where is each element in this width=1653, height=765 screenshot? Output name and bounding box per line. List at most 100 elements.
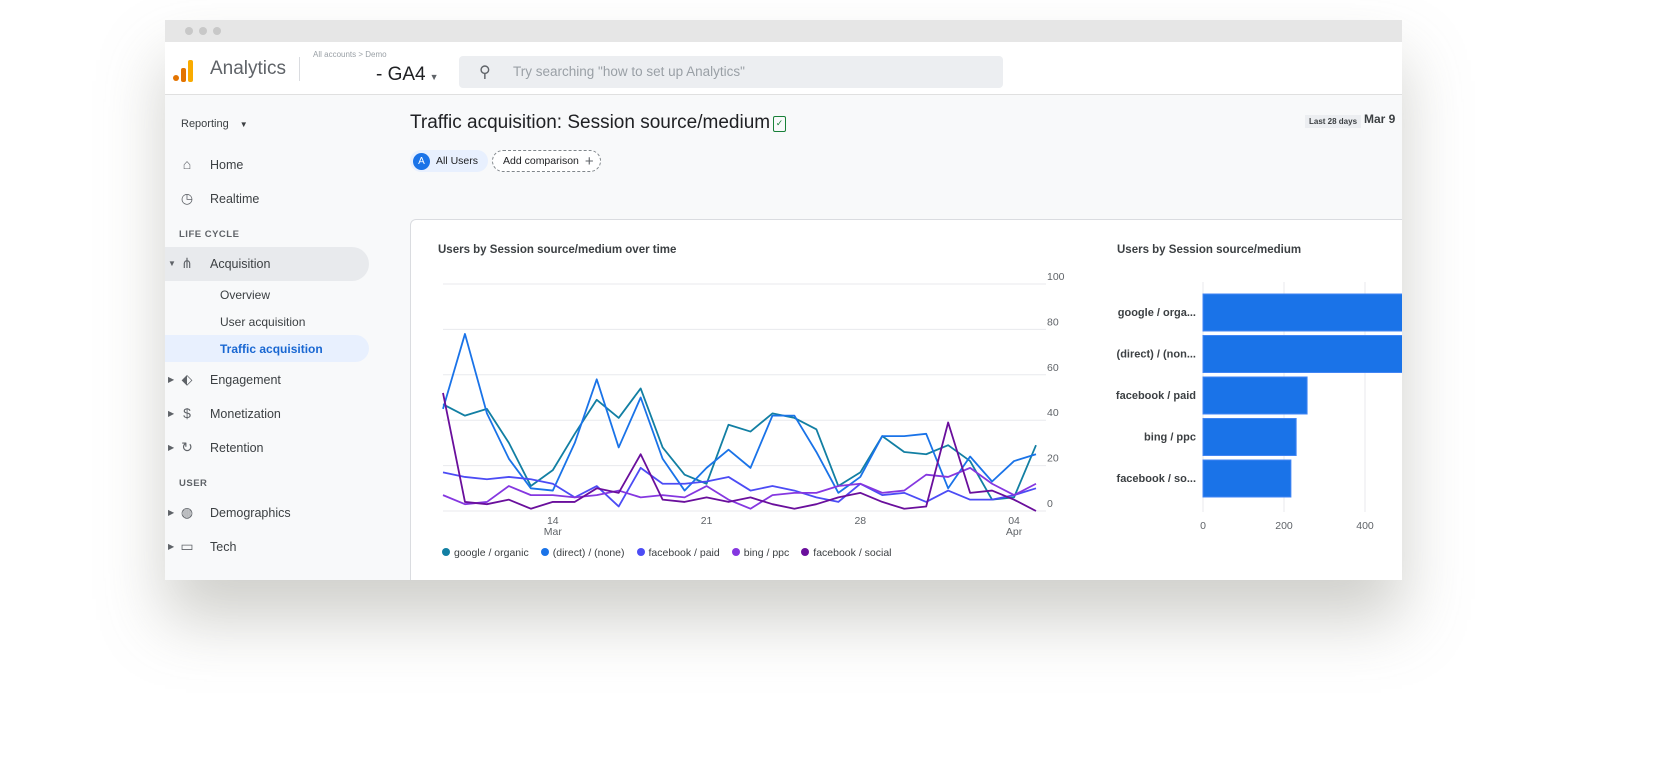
- devices-icon: ▭: [180, 538, 194, 554]
- legend-label: facebook / paid: [648, 547, 720, 559]
- main-content: Traffic acquisition: Session source/medi…: [410, 95, 1402, 580]
- caret-down-icon: ▼: [239, 120, 248, 129]
- legend-label: bing / ppc: [743, 547, 790, 559]
- legend-label: (direct) / (none): [552, 547, 625, 559]
- section-label: USER: [179, 478, 208, 489]
- x-tick-label: Apr: [1006, 526, 1023, 538]
- caret-down-icon: ▼: [168, 259, 176, 268]
- date-range-label[interactable]: Last 28 days: [1305, 115, 1362, 128]
- bar-category-label: bing / ppc: [1144, 432, 1196, 444]
- sidebar-subitem-overview[interactable]: Overview: [220, 288, 270, 302]
- sidebar-item-label: Realtime: [210, 192, 260, 206]
- dollar-icon: $: [183, 405, 191, 421]
- plus-icon: +: [584, 152, 594, 170]
- app-header: Analytics All accounts > Demo - GA4 ▼ ⚲ T…: [165, 42, 1402, 95]
- caret-right-icon: ▶: [168, 508, 175, 517]
- divider: [299, 57, 300, 81]
- reporting-dropdown[interactable]: Reporting ▼: [181, 118, 248, 130]
- legend-item[interactable]: (direct) / (none): [540, 547, 625, 559]
- chart-card: Users by Session source/medium over time…: [410, 219, 1402, 580]
- add-comparison-label: Add comparison: [503, 155, 579, 167]
- segment-avatar: A: [413, 152, 430, 170]
- bar: [1202, 418, 1297, 456]
- y-tick-label: 80: [1047, 316, 1059, 328]
- bar: [1202, 293, 1402, 332]
- series-line-facebook-social: [442, 392, 1037, 512]
- bar-category-label: facebook / paid: [1116, 390, 1196, 402]
- x-tick-label: Mar: [544, 526, 563, 538]
- sidebar-item-label: Home: [210, 158, 244, 172]
- legend-item[interactable]: bing / ppc: [731, 547, 790, 559]
- globe-icon: ◍: [180, 504, 194, 520]
- acquisition-icon: ⋔: [181, 255, 193, 271]
- sidebar-item-label: Acquisition: [210, 257, 271, 271]
- line-chart: 02040608010014Mar21 28 04Apr: [442, 271, 1065, 538]
- add-comparison-button[interactable]: Add comparison +: [492, 150, 601, 172]
- chart-legend: google / organic (direct) / (none) faceboo…: [442, 547, 892, 559]
- legend-dot-icon: [540, 548, 549, 556]
- legend-dot-icon: [636, 548, 645, 556]
- y-tick-label: 60: [1047, 362, 1059, 374]
- sidebar-subitem-traffic-acquisition[interactable]: Traffic acquisition: [165, 335, 369, 362]
- clock-icon: ◷: [180, 190, 194, 206]
- segment-chip[interactable]: A All Users: [410, 150, 489, 172]
- bar-category-label: (direct) / (non...: [1117, 349, 1196, 361]
- date-range-value[interactable]: Mar 9: [1364, 112, 1395, 126]
- x-tick-label: 21: [701, 515, 713, 527]
- bar: [1202, 376, 1308, 415]
- legend-item[interactable]: google / organic: [442, 547, 529, 559]
- series-line--direct-none-: [442, 333, 1037, 494]
- search-icon: ⚲: [479, 64, 491, 81]
- verified-report-icon[interactable]: ✓: [773, 116, 786, 132]
- sidebar-item-label: Traffic acquisition: [220, 342, 323, 356]
- sidebar-item-label: Engagement: [210, 373, 281, 387]
- page-title: Traffic acquisition: Session source/medi…: [410, 112, 771, 133]
- window-dot[interactable]: [213, 27, 221, 35]
- bar-category-label: facebook / so...: [1117, 473, 1196, 485]
- property-selector[interactable]: - GA4 ▼: [376, 64, 439, 86]
- title-bar: [165, 20, 1402, 42]
- search-placeholder: Try searching "how to set up Analytics": [513, 64, 745, 79]
- x-tick-label: 400: [1356, 520, 1374, 532]
- legend-dot-icon: [731, 548, 740, 556]
- bar-chart: 0 200 400 google / orga... (direct) / (non..…: [1116, 282, 1402, 532]
- y-tick-label: 20: [1047, 453, 1059, 465]
- caret-right-icon: ▶: [168, 409, 175, 418]
- sidebar-item-label: Monetization: [210, 407, 281, 421]
- home-icon: ⌂: [182, 156, 192, 172]
- window-dot[interactable]: [185, 27, 193, 35]
- x-tick-label: 200: [1275, 520, 1293, 532]
- retention-icon: ↻: [181, 439, 193, 455]
- reporting-label: Reporting: [181, 118, 229, 130]
- legend-label: facebook / social: [813, 547, 892, 559]
- analytics-logo-icon[interactable]: [172, 60, 196, 82]
- search-input[interactable]: ⚲ Try searching "how to set up Analytics…: [459, 56, 1003, 88]
- tag-icon: ⬖: [181, 371, 193, 387]
- y-tick-label: 40: [1047, 407, 1059, 419]
- legend-item[interactable]: facebook / paid: [636, 547, 720, 559]
- y-tick-label: 100: [1047, 271, 1065, 283]
- bar-category-label: google / orga...: [1118, 307, 1196, 319]
- x-tick-label: 28: [854, 515, 866, 527]
- legend-dot-icon: [442, 548, 450, 556]
- legend-label: google / organic: [454, 547, 529, 559]
- caret-down-icon: ▼: [429, 72, 439, 82]
- y-tick-label: 0: [1047, 498, 1053, 510]
- sidebar-item-acquisition[interactable]: ▼ ⋔ Acquisition: [165, 247, 369, 281]
- legend-item[interactable]: facebook / social: [801, 547, 892, 559]
- sidebar-item-label: Retention: [210, 441, 264, 455]
- property-name: - GA4: [376, 64, 426, 85]
- legend-dot-icon: [801, 548, 810, 556]
- segment-label: All Users: [436, 155, 479, 167]
- caret-right-icon: ▶: [168, 542, 175, 551]
- sidebar-item-label: Tech: [210, 540, 237, 554]
- account-path[interactable]: All accounts > Demo: [313, 50, 387, 59]
- bar: [1202, 459, 1292, 498]
- caret-right-icon: ▶: [168, 443, 175, 452]
- sidebar-item-label: Demographics: [210, 506, 291, 520]
- app-name: Analytics: [210, 58, 287, 79]
- sidebar-subitem-user-acquisition[interactable]: User acquisition: [220, 315, 305, 329]
- window-dot[interactable]: [199, 27, 207, 35]
- caret-right-icon: ▶: [168, 375, 175, 384]
- browser-window: Analytics All accounts > Demo - GA4 ▼ ⚲ T…: [165, 20, 1402, 580]
